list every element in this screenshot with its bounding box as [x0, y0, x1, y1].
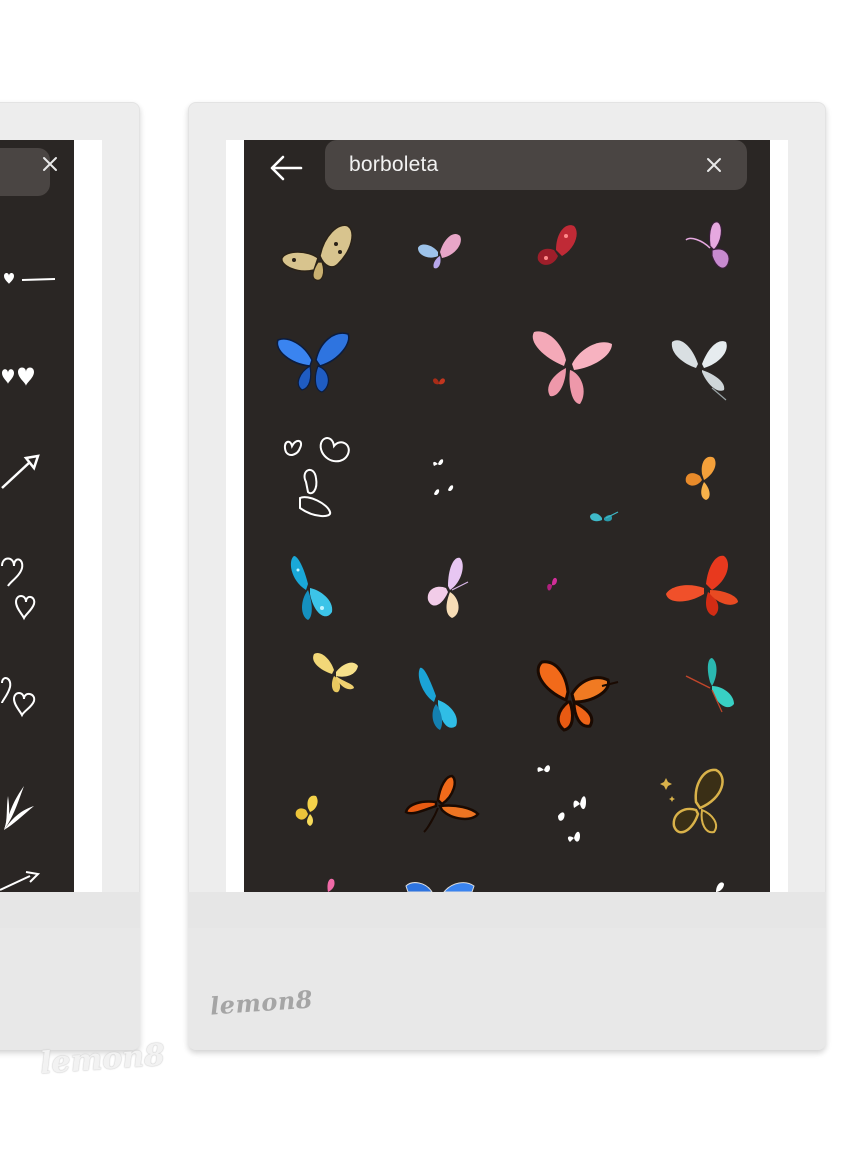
- double-heart-sticker[interactable]: [0, 675, 50, 721]
- butterfly-orange-small-sticker[interactable]: [682, 452, 720, 504]
- butterfly-pink-sticker[interactable]: [526, 324, 616, 408]
- right-photo-frame: borboleta lemon8: [188, 102, 826, 1050]
- butterfly-yellow-small-sticker[interactable]: [292, 792, 326, 828]
- butterfly-tiny-red-sticker[interactable]: [432, 376, 446, 390]
- left-frame-chin-line: [0, 892, 140, 928]
- butterfly-holo-sticker[interactable]: [422, 554, 472, 624]
- butterfly-tiny-magenta-sticker[interactable]: [544, 574, 560, 596]
- butterfly-white-partial-sticker[interactable]: [706, 878, 730, 892]
- butterfly-line-art-sticker[interactable]: [278, 434, 358, 520]
- butterfly-white-flock-sticker[interactable]: [534, 760, 594, 852]
- search-input[interactable]: borboleta: [349, 153, 699, 177]
- lemon8-corner-watermark: lemon8: [38, 1037, 166, 1082]
- butterfly-white-sticker[interactable]: [668, 332, 734, 402]
- left-sticker-screen: [0, 140, 74, 892]
- butterfly-monarch-small-sticker[interactable]: [400, 768, 484, 838]
- butterfly-blue-glow-sticker[interactable]: [286, 550, 338, 626]
- butterfly-gold-outline-sticker[interactable]: [656, 766, 736, 850]
- back-button[interactable]: [264, 146, 308, 190]
- close-icon: [707, 158, 721, 172]
- butterfly-blue-partial-sticker[interactable]: [402, 878, 478, 892]
- butterfly-pink-blue-sticker[interactable]: [414, 228, 466, 274]
- arrow-left-icon: [270, 155, 303, 181]
- butterfly-blue-side-sticker[interactable]: [416, 660, 462, 738]
- butterfly-red-sticker[interactable]: [532, 220, 582, 276]
- left-frame-chin: [0, 928, 140, 1050]
- arrow-small-sticker[interactable]: [0, 870, 50, 892]
- butterfly-yellow-sticker[interactable]: [308, 648, 360, 696]
- left-photo-frame: [0, 102, 140, 1050]
- right-frame-chin-line: [188, 892, 826, 928]
- leaf-burst-sticker[interactable]: [0, 780, 40, 836]
- sticker-search-screen: borboleta: [244, 140, 770, 892]
- heart-line-sticker[interactable]: [0, 270, 70, 290]
- butterfly-monarch-sticker[interactable]: [528, 656, 620, 736]
- butterfly-red-orange-sticker[interactable]: [662, 550, 742, 620]
- butterfly-teal-small-sticker[interactable]: [588, 508, 620, 528]
- butterfly-teal-side-sticker[interactable]: [682, 654, 738, 718]
- butterfly-tiny-white-pair-sticker[interactable]: [428, 456, 458, 502]
- search-bar[interactable]: borboleta: [325, 140, 747, 190]
- butterfly-gold-sketch-sticker[interactable]: [278, 220, 358, 286]
- hearts-row-sticker[interactable]: [0, 365, 50, 389]
- clear-search-button[interactable]: [699, 150, 729, 180]
- butterfly-blue-sticker[interactable]: [274, 326, 354, 396]
- arrow-doodle-sticker[interactable]: [0, 448, 50, 494]
- butterfly-pink-partial-sticker[interactable]: [316, 876, 340, 892]
- close-icon[interactable]: [40, 154, 60, 174]
- outline-hearts-sticker[interactable]: [0, 552, 50, 622]
- butterfly-purple-outline-sticker[interactable]: [680, 216, 736, 278]
